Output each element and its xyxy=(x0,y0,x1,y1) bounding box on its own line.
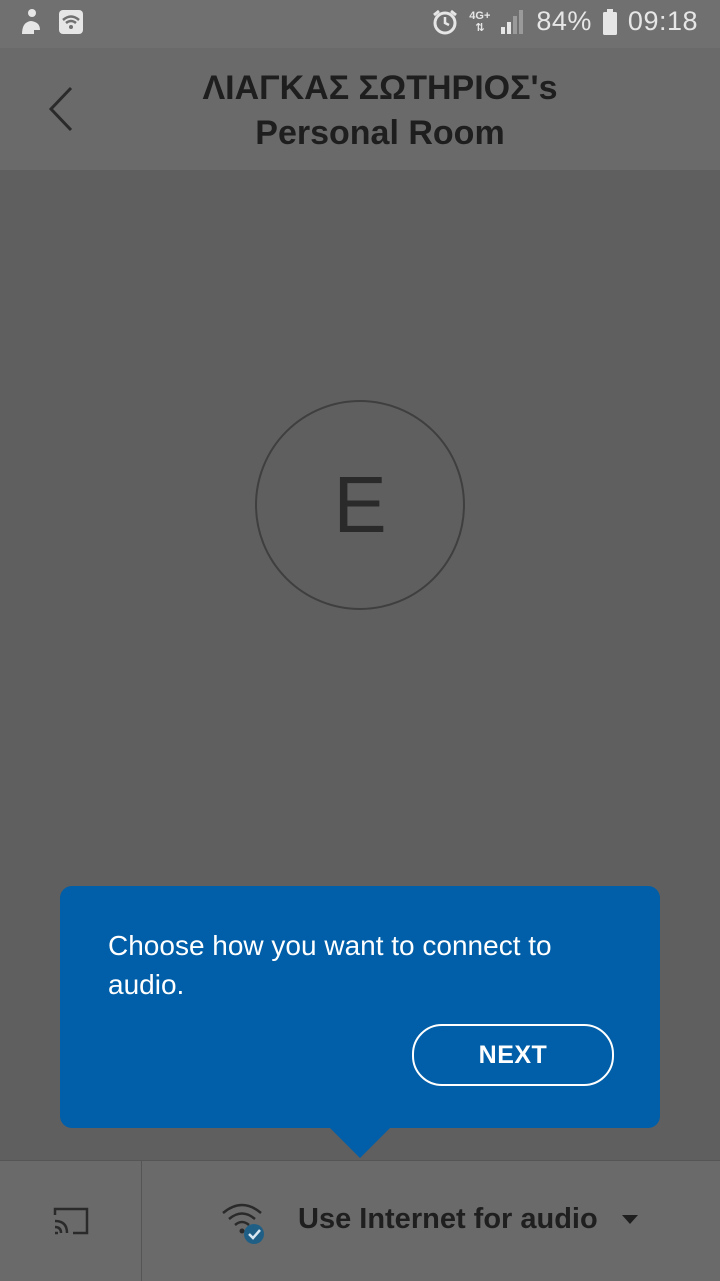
wifi-icon xyxy=(59,10,83,34)
avatar-initial: E xyxy=(333,460,387,549)
wifi-check-icon xyxy=(220,1201,270,1245)
bottom-bar: Use Internet for audio xyxy=(0,1160,720,1281)
cast-button[interactable] xyxy=(0,1161,142,1281)
battery-percent: 84% xyxy=(536,6,592,36)
data-arrows-icon: ⇅ xyxy=(475,21,485,34)
page-title-line1: ΛΙΑΓΚΑΣ ΣΩΤΗΡΙΟΣ's xyxy=(202,69,558,107)
audio-coachmark-tooltip: Choose how you want to connect to audio.… xyxy=(60,886,660,1158)
back-button[interactable] xyxy=(36,82,86,136)
title-bar: ΛΙΑΓΚΑΣ ΣΩΤΗΡΙΟΣ's Personal Room xyxy=(0,48,720,170)
cast-icon xyxy=(53,1207,88,1235)
status-right-icons: 4G+ ⇅ 84% 09:18 xyxy=(431,6,698,37)
network-type-indicator: 4G+ ⇅ xyxy=(469,10,490,34)
clock: 09:18 xyxy=(627,6,698,36)
chevron-left-icon xyxy=(48,86,73,132)
signal-icon xyxy=(501,9,524,34)
audio-connection-selector[interactable]: Use Internet for audio xyxy=(142,1161,720,1281)
notification-person-icon xyxy=(22,9,40,34)
alarm-icon xyxy=(433,9,458,34)
network-type-label: 4G+ xyxy=(469,9,491,22)
status-bar: 4G+ ⇅ 84% 09:18 xyxy=(0,0,720,48)
page-title-line2: Personal Room xyxy=(255,114,505,152)
status-left-icons xyxy=(18,8,84,36)
battery-icon xyxy=(602,8,617,35)
audio-option-label: Use Internet for audio xyxy=(298,1203,598,1235)
caret-down-icon xyxy=(622,1215,638,1224)
tooltip-message: Choose how you want to connect to audio. xyxy=(108,930,552,1000)
page-title: ΛΙΑΓΚΑΣ ΣΩΤΗΡΙΟΣ's Personal Room xyxy=(110,66,650,156)
avatar: E xyxy=(255,400,465,610)
next-button[interactable]: NEXT xyxy=(412,1024,614,1086)
